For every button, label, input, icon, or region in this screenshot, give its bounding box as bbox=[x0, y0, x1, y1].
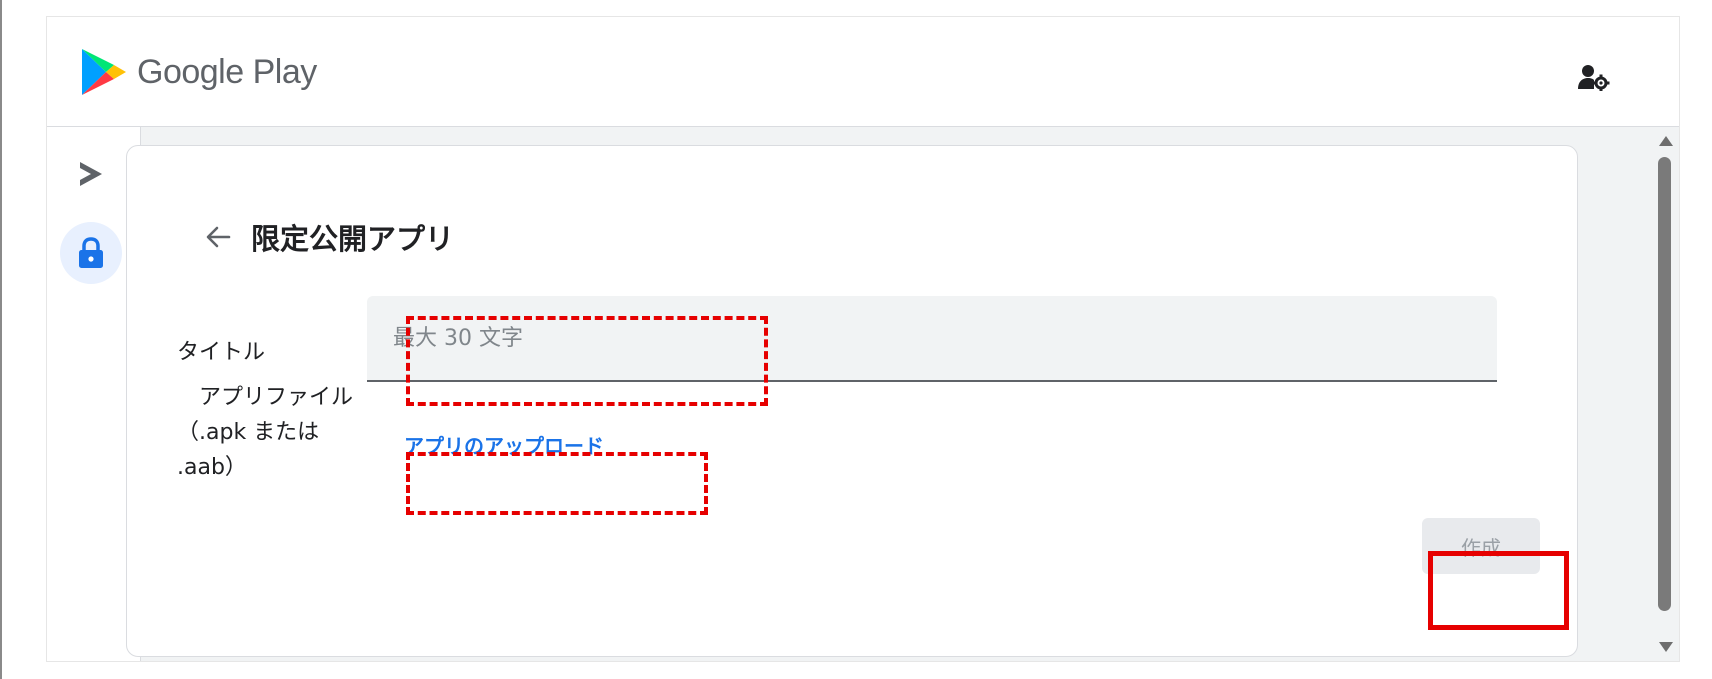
account-settings-icon bbox=[1578, 65, 1610, 91]
top-bar: Google Play bbox=[47, 17, 1679, 127]
page-title: 限定公開アプリ bbox=[251, 222, 455, 256]
upload-app-button[interactable]: アプリのアップロード bbox=[404, 430, 604, 459]
lock-icon bbox=[79, 237, 103, 268]
vertical-scrollbar[interactable] bbox=[1655, 132, 1675, 660]
rail-item-play-console[interactable] bbox=[60, 143, 122, 205]
scroll-thumb[interactable] bbox=[1658, 157, 1671, 611]
title-label: タイトル bbox=[177, 340, 266, 365]
create-button[interactable]: 作成 bbox=[1422, 518, 1540, 574]
window-edge bbox=[0, 0, 2, 679]
app-file-label: アプリファイル （.apk または .aab） bbox=[177, 385, 354, 480]
brand-name: Google Play bbox=[137, 53, 317, 91]
scroll-up-arrow-icon[interactable] bbox=[1659, 136, 1673, 146]
account-settings-button[interactable] bbox=[1574, 57, 1614, 97]
back-button[interactable] bbox=[199, 218, 237, 256]
arrow-back-icon bbox=[206, 226, 231, 248]
scroll-down-arrow-icon[interactable] bbox=[1659, 642, 1673, 652]
google-play-logo-icon[interactable] bbox=[80, 47, 128, 97]
rail-item-private-apps[interactable] bbox=[60, 222, 122, 284]
title-input[interactable] bbox=[367, 296, 1497, 380]
play-console-icon bbox=[80, 162, 102, 186]
private-app-card: 限定公開アプリ タイトル アプリファイル （.apk または .aab） アプリ… bbox=[126, 145, 1578, 657]
title-field bbox=[367, 296, 1497, 382]
